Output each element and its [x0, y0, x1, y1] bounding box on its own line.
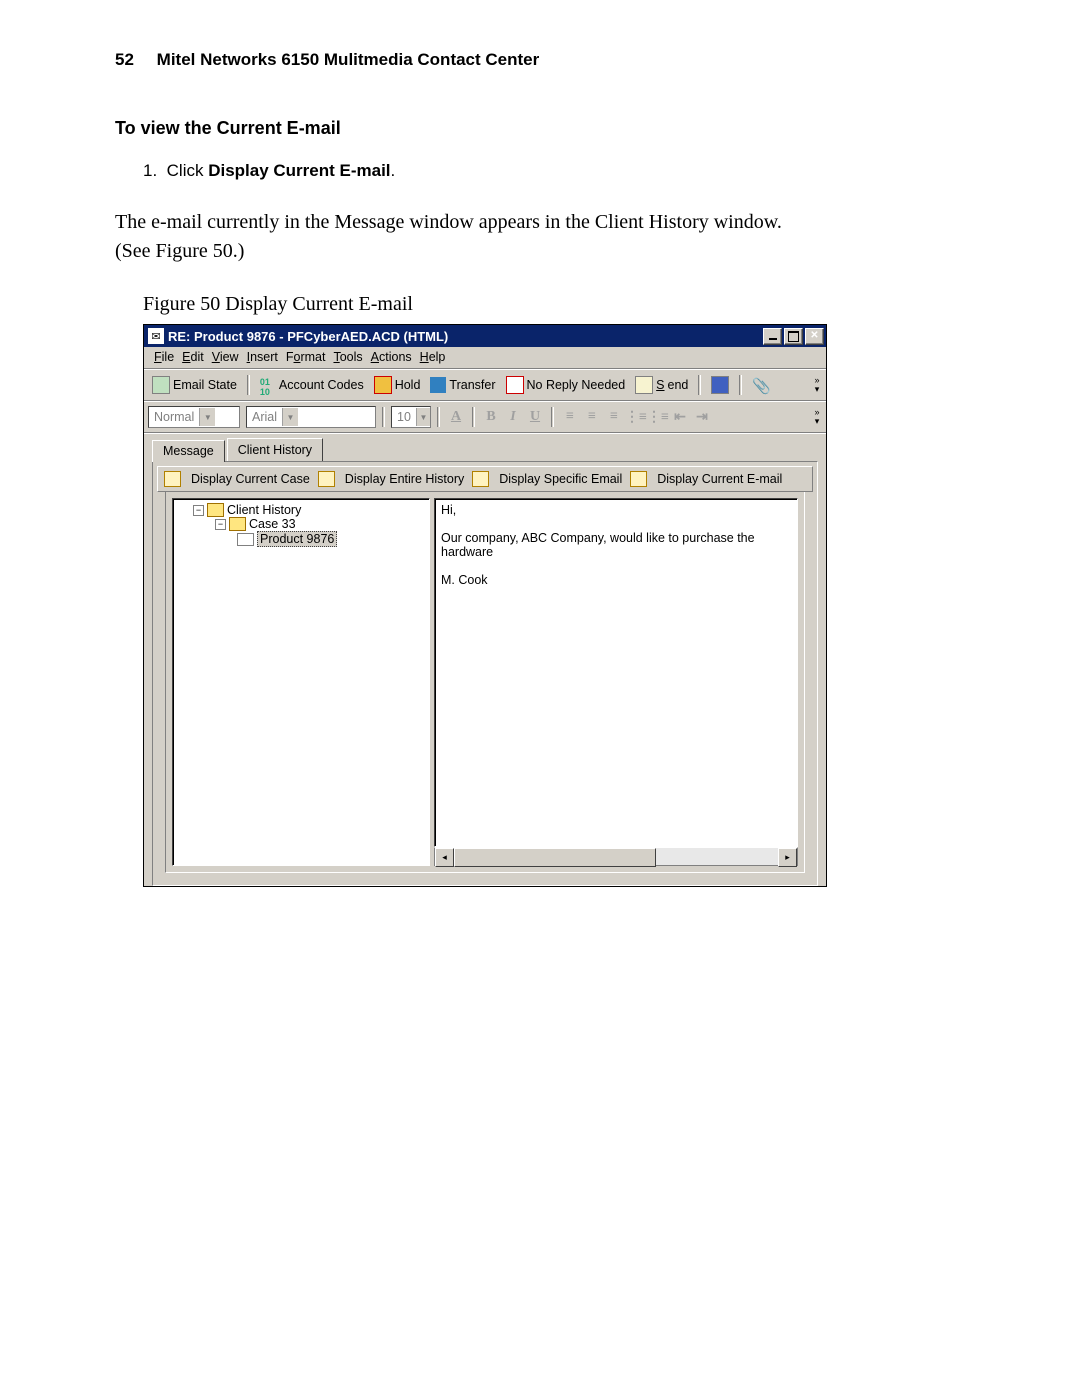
app-window: ✉ RE: Product 9876 - PFCyberAED.ACD (HTM…	[143, 324, 827, 887]
bullets-button[interactable]: ⋮≡	[626, 407, 646, 427]
page-number: 52	[115, 50, 134, 69]
outdent-button[interactable]: ⇤	[670, 407, 690, 427]
no-reply-icon	[506, 376, 524, 394]
folder-icon	[229, 517, 246, 531]
collapse-icon[interactable]: −	[215, 519, 226, 530]
toolbar-overflow-icon[interactable]: »▾	[812, 376, 822, 394]
tabs-row: Message Client History	[144, 433, 826, 461]
menu-insert[interactable]: Insert	[247, 350, 278, 364]
msg-line-3: M. Cook	[441, 573, 791, 587]
tree-root[interactable]: − Client History	[177, 503, 425, 517]
italic-button[interactable]: I	[503, 407, 523, 427]
message-preview[interactable]: Hi, Our company, ABC Company, would like…	[434, 498, 798, 847]
bold-button[interactable]: B	[481, 407, 501, 427]
specific-email-icon	[472, 471, 489, 487]
maximize-button[interactable]	[784, 328, 803, 345]
title-bar[interactable]: ✉ RE: Product 9876 - PFCyberAED.ACD (HTM…	[144, 325, 826, 347]
chevron-down-icon: ▼	[282, 408, 298, 426]
transfer-button[interactable]: Transfer	[426, 375, 499, 395]
msg-line-2: Our company, ABC Company, would like to …	[441, 531, 791, 559]
mail-icon	[237, 533, 254, 546]
menu-edit[interactable]: Edit	[182, 350, 204, 364]
attach-button[interactable]: 📎	[748, 375, 772, 395]
paperclip-icon: 📎	[752, 377, 768, 393]
page-header: 52 Mitel Networks 6150 Mulitmedia Contac…	[115, 50, 980, 70]
email-state-button[interactable]: Email State	[148, 374, 241, 396]
toolbar-actions: Email State 0110Account Codes Hold Trans…	[144, 369, 826, 401]
display-specific-email-button[interactable]: Display Specific Email	[495, 470, 626, 488]
window-title: RE: Product 9876 - PFCyberAED.ACD (HTML)	[168, 329, 761, 344]
align-right-button[interactable]: ≡	[604, 407, 624, 427]
save-button[interactable]	[707, 374, 733, 396]
tab-client-history[interactable]: Client History	[227, 438, 323, 461]
display-current-email-button[interactable]: Display Current E-mail	[653, 470, 786, 488]
section-title: To view the Current E-mail	[115, 118, 980, 139]
current-email-icon	[630, 471, 647, 487]
scroll-track[interactable]	[656, 848, 778, 865]
menu-tools[interactable]: Tools	[333, 350, 362, 364]
display-current-case-button[interactable]: Display Current Case	[187, 470, 314, 488]
body-text-2: (See Figure 50.)	[115, 240, 980, 263]
mail-icon: ✉	[148, 328, 164, 344]
account-codes-button[interactable]: 0110Account Codes	[256, 375, 368, 395]
collapse-icon[interactable]: −	[193, 505, 204, 516]
display-entire-history-button[interactable]: Display Entire History	[341, 470, 468, 488]
menu-help[interactable]: Help	[420, 350, 446, 364]
horizontal-scrollbar[interactable]: ◂ ▸	[434, 847, 798, 866]
header-title: Mitel Networks 6150 Mulitmedia Contact C…	[157, 50, 540, 69]
tab-message[interactable]: Message	[152, 440, 225, 462]
no-reply-button[interactable]: No Reply Needed	[502, 374, 630, 396]
scroll-right-button[interactable]: ▸	[778, 848, 797, 867]
chevron-down-icon: ▼	[199, 408, 215, 426]
toolbar-format: Normal▼ Arial▼ 10▼ A B I U ≡ ≡ ≡ ⋮≡ ⋮≡ ⇤…	[144, 401, 826, 433]
history-toolbar: Display Current Case Display Entire Hist…	[157, 466, 813, 492]
close-button[interactable]	[805, 328, 824, 345]
figure-caption: Figure 50 Display Current E-mail	[143, 293, 980, 316]
transfer-icon	[430, 377, 446, 393]
align-left-button[interactable]: ≡	[560, 407, 580, 427]
scroll-left-button[interactable]: ◂	[435, 848, 454, 867]
chevron-down-icon: ▼	[416, 408, 430, 426]
codes-icon: 0110	[260, 377, 276, 393]
numbering-button[interactable]: ⋮≡	[648, 407, 668, 427]
folder-icon	[207, 503, 224, 517]
menu-format[interactable]: Format	[286, 350, 326, 364]
tree-case[interactable]: − Case 33	[177, 517, 425, 531]
minimize-button[interactable]	[763, 328, 782, 345]
send-button[interactable]: Send	[631, 374, 692, 396]
indent-button[interactable]: ⇥	[692, 407, 712, 427]
size-combo[interactable]: 10▼	[391, 406, 431, 428]
hold-button[interactable]: Hold	[370, 374, 425, 396]
hold-icon	[374, 376, 392, 394]
step-1: 1. Click Display Current E-mail.	[143, 161, 980, 181]
tree-pane[interactable]: − Client History − Case 33 Product 9876	[172, 498, 430, 866]
font-color-button[interactable]: A	[446, 407, 466, 427]
menu-file[interactable]: File	[154, 350, 174, 364]
globe-icon	[152, 376, 170, 394]
font-combo[interactable]: Arial▼	[246, 406, 376, 428]
menu-actions[interactable]: Actions	[371, 350, 412, 364]
underline-button[interactable]: U	[525, 407, 545, 427]
toolbar-overflow-icon[interactable]: »▾	[812, 408, 822, 426]
floppy-icon	[711, 376, 729, 394]
case-icon	[164, 471, 181, 487]
style-combo[interactable]: Normal▼	[148, 406, 240, 428]
align-center-button[interactable]: ≡	[582, 407, 602, 427]
history-icon	[318, 471, 335, 487]
send-icon	[635, 376, 653, 394]
msg-line-1: Hi,	[441, 503, 791, 517]
scroll-thumb[interactable]	[454, 848, 656, 867]
menu-bar: File Edit View Insert Format Tools Actio…	[144, 347, 826, 369]
menu-view[interactable]: View	[212, 350, 239, 364]
body-text-1: The e-mail currently in the Message wind…	[115, 211, 980, 234]
tree-selected-label: Product 9876	[257, 531, 337, 547]
tree-product[interactable]: Product 9876	[177, 531, 425, 547]
